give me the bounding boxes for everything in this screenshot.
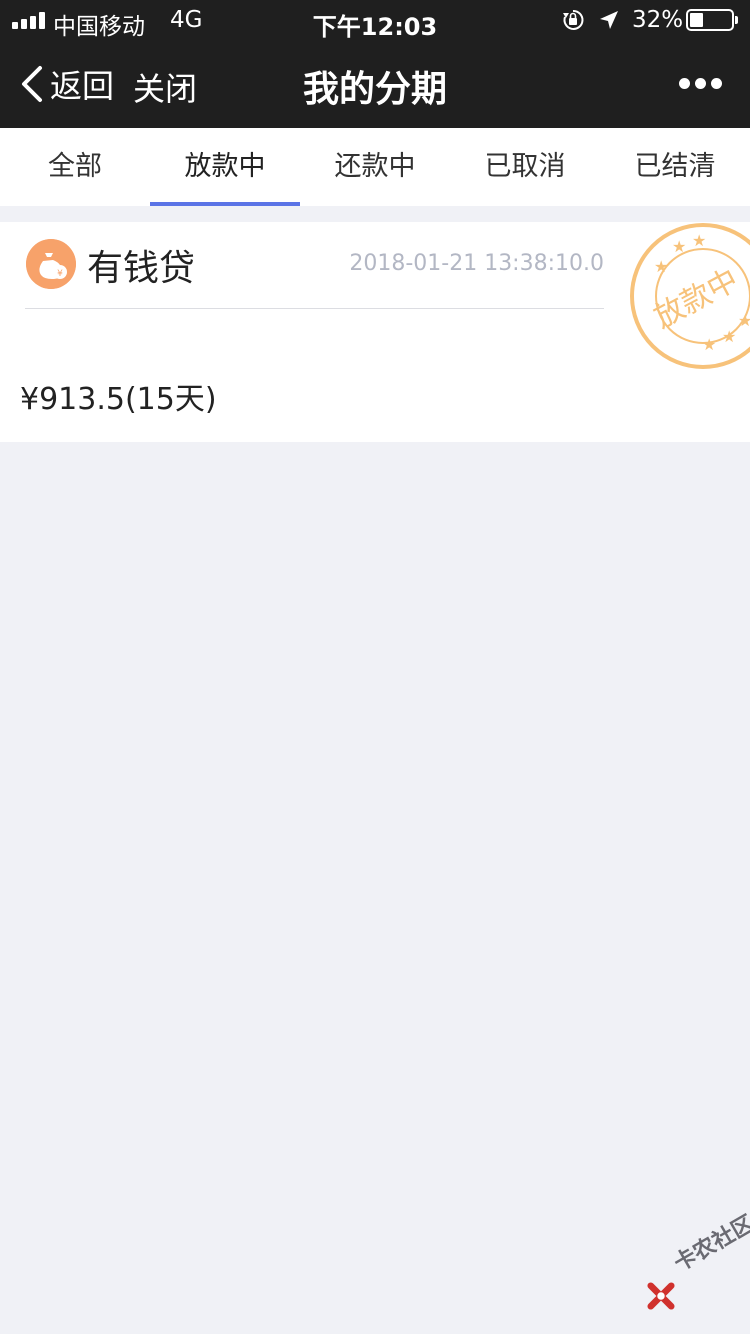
tab-settled[interactable]: 已结清 bbox=[600, 128, 750, 206]
divider bbox=[25, 308, 604, 309]
tab-cancelled[interactable]: 已取消 bbox=[450, 128, 600, 206]
svg-text:★: ★ bbox=[692, 231, 706, 250]
header: 中国移动 4G 下午12:03 32% 返回 关闭 我的分期 bbox=[0, 0, 750, 128]
tab-disbursing[interactable]: 放款中 bbox=[150, 128, 300, 206]
location-arrow-icon bbox=[600, 11, 618, 29]
watermark-text: 卡农社区 bbox=[670, 1211, 750, 1277]
battery-percent: 32% bbox=[632, 7, 684, 33]
tab-bar: 全部 放款中 还款中 已取消 已结清 bbox=[0, 128, 750, 206]
page-title: 我的分期 bbox=[302, 69, 447, 110]
svg-text:★: ★ bbox=[738, 311, 750, 330]
status-stamp: ★ ★ ★ ★ ★ ★ 放款中 bbox=[630, 223, 750, 369]
svg-text:★: ★ bbox=[702, 335, 716, 354]
product-name: 有钱贷 bbox=[87, 248, 196, 289]
tab-repaying[interactable]: 还款中 bbox=[300, 128, 450, 206]
loan-card[interactable]: ¥ 有钱贷 2018-01-21 13:38:10.0 ¥913.5(15天) … bbox=[0, 222, 750, 442]
status-bar: 中国移动 4G 下午12:03 32% bbox=[0, 0, 750, 41]
money-bag-icon: ¥ bbox=[26, 239, 76, 289]
svg-text:¥: ¥ bbox=[57, 269, 63, 279]
loan-amount: ¥913.5(15天) bbox=[20, 382, 217, 417]
svg-text:★: ★ bbox=[654, 257, 668, 276]
svg-text:★: ★ bbox=[672, 237, 686, 256]
application-datetime: 2018-01-21 13:38:10.0 bbox=[349, 251, 604, 276]
tab-all[interactable]: 全部 bbox=[0, 128, 150, 206]
watermark-icon bbox=[647, 1282, 675, 1310]
svg-text:★: ★ bbox=[722, 327, 736, 346]
battery-icon bbox=[686, 9, 738, 31]
more-dots-icon[interactable] bbox=[676, 75, 724, 91]
orientation-lock-icon bbox=[563, 9, 584, 30]
nav-bar: 返回 关闭 我的分期 bbox=[0, 40, 750, 128]
watermark-logo: 卡农社区 bbox=[645, 1211, 750, 1318]
